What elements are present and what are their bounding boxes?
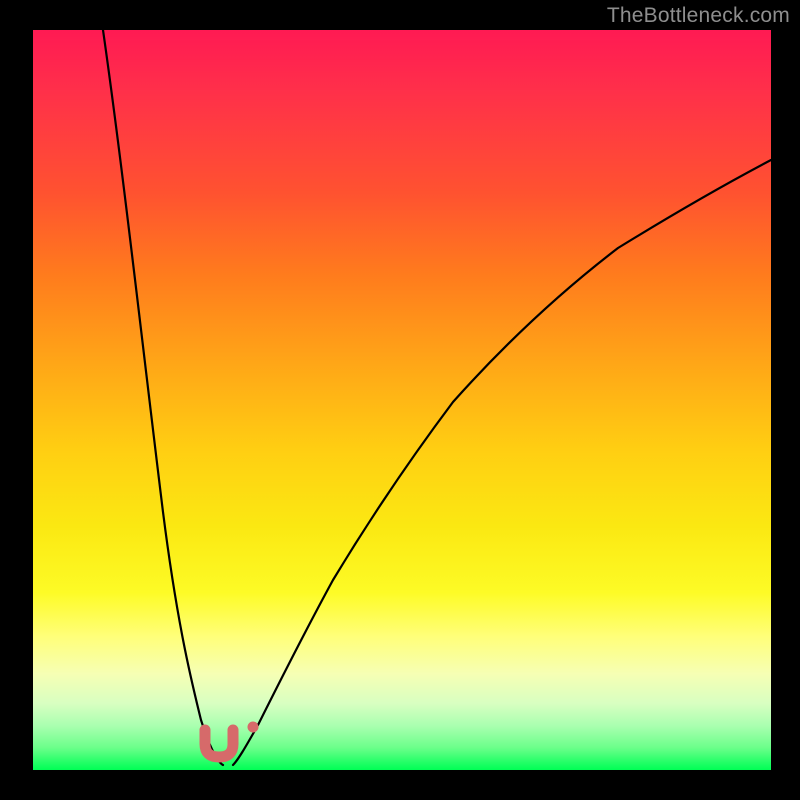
bottleneck-curve (33, 30, 771, 770)
highlight-dot-cluster (205, 730, 233, 757)
chart-frame: TheBottleneck.com (0, 0, 800, 800)
plot-area (33, 30, 771, 770)
watermark-text: TheBottleneck.com (607, 4, 790, 28)
curve-left-branch (103, 30, 223, 765)
highlight-dot-outlier (248, 722, 259, 733)
curve-right-branch (233, 160, 771, 765)
